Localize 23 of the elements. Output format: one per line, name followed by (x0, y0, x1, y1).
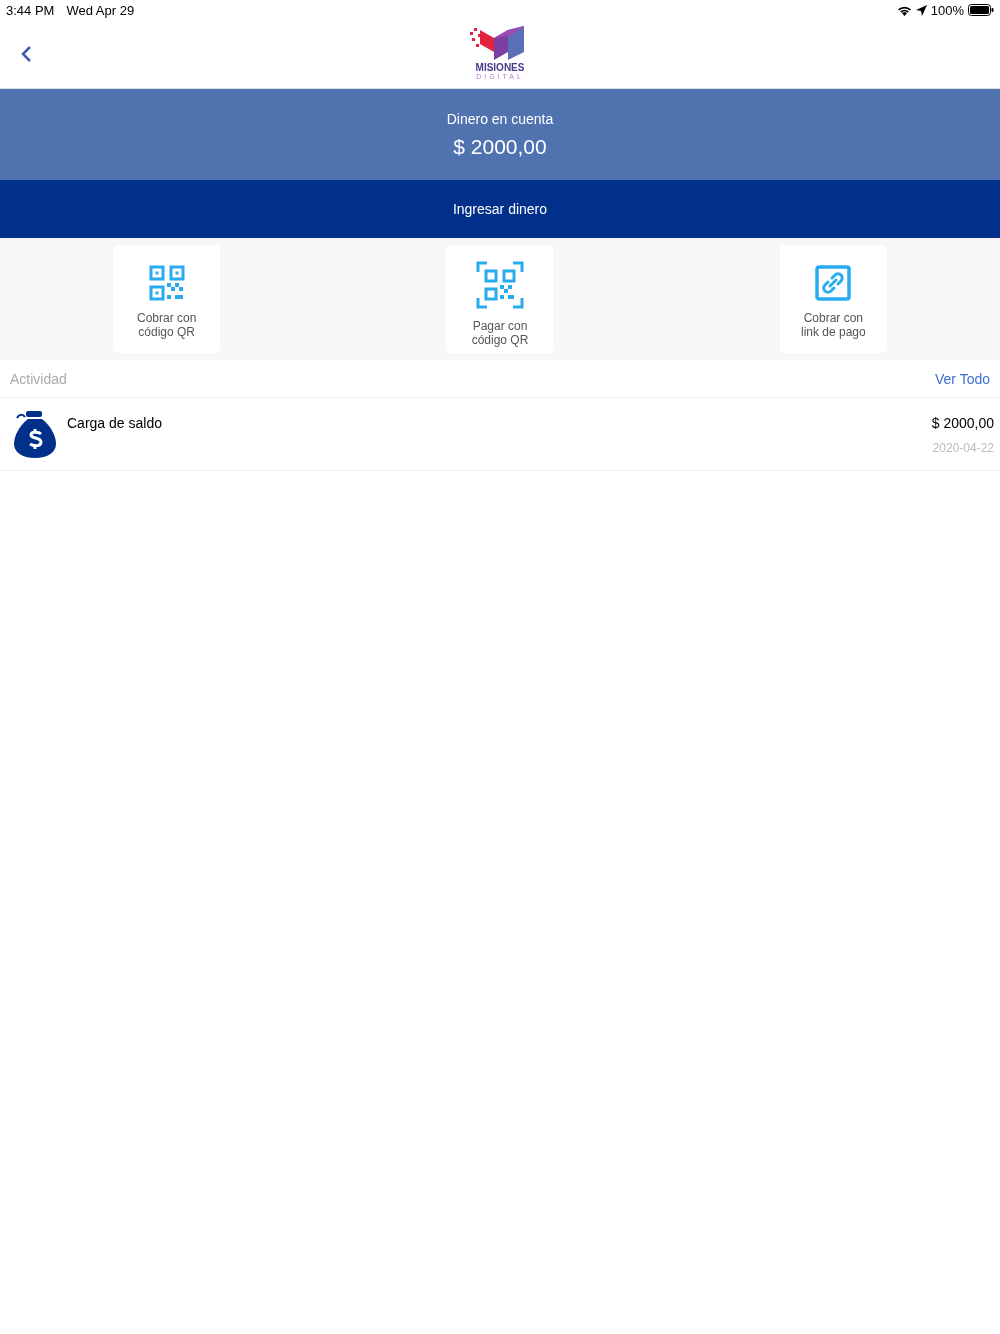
qr-scan-icon (476, 261, 524, 309)
battery-icon (968, 4, 994, 16)
activity-amount: $ 2000,00 (931, 415, 994, 431)
section-title: Actividad (10, 370, 67, 387)
deposit-button[interactable]: Ingresar dinero (0, 180, 1000, 238)
wifi-icon (896, 4, 912, 16)
status-time: 3:44 PM (6, 2, 55, 18)
action-card[interactable]: Cobrar con link de pago (779, 245, 887, 353)
activity-title: Carga de saldo (67, 415, 163, 431)
balance-amount: $ 2000,00 (453, 134, 547, 159)
status-date: Wed Apr 29 (66, 2, 135, 18)
money-bag-icon (14, 410, 56, 458)
qr-code-icon (148, 265, 185, 301)
link-icon (815, 265, 852, 301)
see-all-link[interactable]: Ver Todo (935, 370, 990, 387)
action-card[interactable]: Cobrar con código QR (113, 245, 221, 353)
location-arrow-icon (915, 4, 927, 16)
logo-text: MISIONES (475, 62, 525, 73)
action-card[interactable]: Pagar con código QR (446, 245, 554, 353)
battery-percent: 100% (930, 2, 964, 18)
activity-date: 2020-04-22 (932, 441, 994, 455)
chevron-left-icon (20, 45, 32, 63)
balance-label: Dinero en cuenta (446, 110, 554, 127)
